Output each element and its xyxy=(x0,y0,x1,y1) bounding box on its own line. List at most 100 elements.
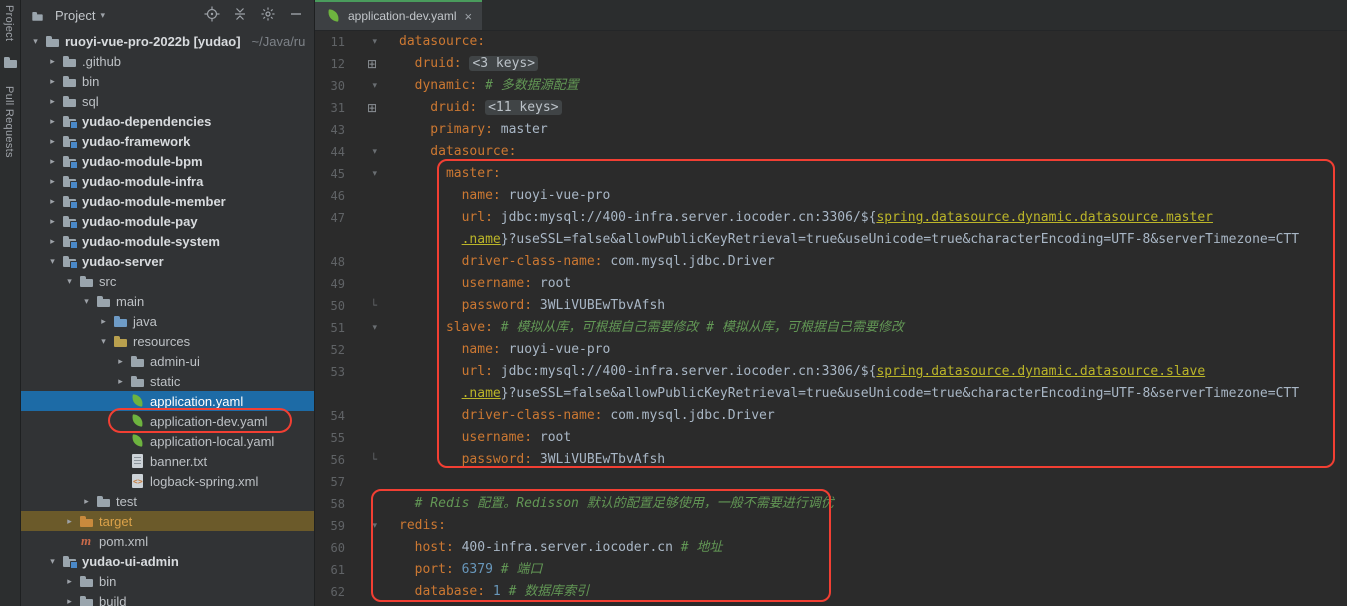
chevron-right-icon[interactable]: ▸ xyxy=(44,116,61,127)
tree-item-resources[interactable]: ▾resources xyxy=(21,331,314,351)
code-line-59[interactable]: 59▾redis: xyxy=(315,515,1347,537)
tree-item-bin[interactable]: ▸bin xyxy=(21,571,314,591)
code-line-47[interactable]: 47url: jdbc:mysql://400-infra.server.ioc… xyxy=(315,207,1347,229)
code-line-30[interactable]: 30▾dynamic: # 多数据源配置 xyxy=(315,75,1347,97)
tree-item-yudao-module-bpm[interactable]: ▸yudao-module-bpm xyxy=(21,151,314,171)
code-line-61[interactable]: 61port: 6379 # 端口 xyxy=(315,559,1347,581)
chevron-right-icon[interactable]: ▸ xyxy=(44,196,61,207)
tree-item-yudao-server[interactable]: ▾yudao-server xyxy=(21,251,314,271)
fold-marker-icon[interactable]: ▾ xyxy=(345,317,387,339)
line-number: 57 xyxy=(315,471,345,493)
chevron-down-icon[interactable]: ▾ xyxy=(44,556,61,567)
fold-marker-icon[interactable]: ▾ xyxy=(345,163,387,185)
tree-item-yudao-module-system[interactable]: ▸yudao-module-system xyxy=(21,231,314,251)
chevron-right-icon[interactable]: ▸ xyxy=(61,596,78,606)
tree-item-target[interactable]: ▸target xyxy=(21,511,314,531)
chevron-right-icon[interactable]: ▸ xyxy=(44,56,61,67)
chevron-right-icon[interactable]: ▸ xyxy=(95,316,112,327)
fold-marker-icon[interactable]: └ xyxy=(345,295,387,317)
fold-marker-icon[interactable]: ⊞ xyxy=(345,97,387,119)
fold-marker-icon[interactable]: ▾ xyxy=(345,515,387,537)
code-line-44[interactable]: 44▾datasource: xyxy=(315,141,1347,163)
chevron-right-icon[interactable]: ▸ xyxy=(44,96,61,107)
code-line-45[interactable]: 45▾master: xyxy=(315,163,1347,185)
code-line-50[interactable]: 50└password: 3WLiVUBEwTbvAfsh xyxy=(315,295,1347,317)
code-line-51[interactable]: 51▾slave: # 模拟从库，可根据自己需要修改 # 模拟从库，可根据自己需… xyxy=(315,317,1347,339)
tree-item-yudao-dependencies[interactable]: ▸yudao-dependencies xyxy=(21,111,314,131)
code-line-53[interactable]: 53url: jdbc:mysql://400-infra.server.ioc… xyxy=(315,361,1347,383)
chevron-right-icon[interactable]: ▸ xyxy=(44,76,61,87)
chevron-right-icon[interactable]: ▸ xyxy=(44,236,61,247)
chevron-right-icon[interactable]: ▸ xyxy=(44,156,61,167)
tree-item-banner-txt[interactable]: banner.txt xyxy=(21,451,314,471)
chevron-right-icon[interactable]: ▸ xyxy=(61,516,78,527)
tree-item-application-local-yaml[interactable]: application-local.yaml xyxy=(21,431,314,451)
tree-item-yudao-module-infra[interactable]: ▸yudao-module-infra xyxy=(21,171,314,191)
code-line-wrap[interactable]: .name}?useSSL=false&allowPublicKeyRetrie… xyxy=(315,229,1347,251)
chevron-down-icon[interactable]: ▾ xyxy=(61,276,78,287)
chevron-right-icon[interactable]: ▸ xyxy=(44,176,61,187)
tree-item-bin[interactable]: ▸bin xyxy=(21,71,314,91)
close-icon[interactable]: × xyxy=(465,9,473,24)
code-line-12[interactable]: 12⊞druid: <3 keys> xyxy=(315,53,1347,75)
code-line-43[interactable]: 43primary: master xyxy=(315,119,1347,141)
project-panel-title[interactable]: Project xyxy=(55,8,95,23)
fold-marker-icon[interactable]: └ xyxy=(345,449,387,471)
stripe-project-button[interactable]: Project xyxy=(3,5,15,41)
fold-marker-icon[interactable]: ▾ xyxy=(345,31,387,53)
code-line-31[interactable]: 31⊞druid: <11 keys> xyxy=(315,97,1347,119)
fold-marker-icon[interactable]: ▾ xyxy=(345,75,387,97)
tree-item-github[interactable]: ▸.github xyxy=(21,51,314,71)
fold-marker-icon[interactable]: ▾ xyxy=(345,141,387,163)
code-line-56[interactable]: 56└password: 3WLiVUBEwTbvAfsh xyxy=(315,449,1347,471)
chevron-right-icon[interactable]: ▸ xyxy=(61,576,78,587)
chevron-down-icon[interactable]: ▾ xyxy=(78,296,95,307)
tree-item-application-yaml[interactable]: application.yaml xyxy=(21,391,314,411)
tree-item-main[interactable]: ▾main xyxy=(21,291,314,311)
code-line-46[interactable]: 46name: ruoyi-vue-pro xyxy=(315,185,1347,207)
chevron-down-icon[interactable]: ▾ xyxy=(95,336,112,347)
chevron-right-icon[interactable]: ▸ xyxy=(112,376,129,387)
tree-item-pom-xml[interactable]: pom.xml xyxy=(21,531,314,551)
stripe-pull-requests-button[interactable]: Pull Requests xyxy=(3,86,15,158)
tree-item-build[interactable]: ▸build xyxy=(21,591,314,606)
code-line-62[interactable]: 62database: 1 # 数据库索引 xyxy=(315,581,1347,603)
tree-item-ruoyi-vue-pro-2022b-yudao[interactable]: ▾ruoyi-vue-pro-2022b [yudao]~/Java/ru xyxy=(21,31,314,51)
chevron-right-icon[interactable]: ▸ xyxy=(44,136,61,147)
tree-item-yudao-module-member[interactable]: ▸yudao-module-member xyxy=(21,191,314,211)
tree-item-java[interactable]: ▸java xyxy=(21,311,314,331)
tree-item-application-dev-yaml[interactable]: application-dev.yaml xyxy=(21,411,314,431)
chevron-right-icon[interactable]: ▸ xyxy=(78,496,95,507)
code-line-49[interactable]: 49username: root xyxy=(315,273,1347,295)
tree-item-yudao-ui-admin[interactable]: ▾yudao-ui-admin xyxy=(21,551,314,571)
chevron-down-icon[interactable]: ▾ xyxy=(44,256,61,267)
code-line-wrap[interactable]: .name}?useSSL=false&allowPublicKeyRetrie… xyxy=(315,383,1347,405)
chevron-down-icon[interactable]: ▾ xyxy=(100,10,105,21)
tree-item-test[interactable]: ▸test xyxy=(21,491,314,511)
code-line-58[interactable]: 58# Redis 配置。Redisson 默认的配置足够使用，一般不需要进行调… xyxy=(315,493,1347,515)
tree-item-yudao-framework[interactable]: ▸yudao-framework xyxy=(21,131,314,151)
code-line-60[interactable]: 60host: 400-infra.server.iocoder.cn # 地址 xyxy=(315,537,1347,559)
collapse-all-button[interactable] xyxy=(232,6,248,25)
locate-file-button[interactable] xyxy=(204,6,220,25)
tree-item-logback-spring-xml[interactable]: logback-spring.xml xyxy=(21,471,314,491)
chevron-right-icon[interactable]: ▸ xyxy=(44,216,61,227)
tree-item-sql[interactable]: ▸sql xyxy=(21,91,314,111)
settings-gear-button[interactable] xyxy=(260,6,276,25)
tab-application-dev-yaml[interactable]: application-dev.yaml × xyxy=(315,0,482,30)
chevron-right-icon[interactable]: ▸ xyxy=(112,356,129,367)
code-line-57[interactable]: 57 xyxy=(315,471,1347,493)
hide-panel-button[interactable] xyxy=(288,6,304,25)
code-line-52[interactable]: 52name: ruoyi-vue-pro xyxy=(315,339,1347,361)
tree-item-static[interactable]: ▸static xyxy=(21,371,314,391)
code-line-55[interactable]: 55username: root xyxy=(315,427,1347,449)
fold-marker-icon[interactable]: ⊞ xyxy=(345,53,387,75)
code-line-48[interactable]: 48driver-class-name: com.mysql.jdbc.Driv… xyxy=(315,251,1347,273)
chevron-down-icon[interactable]: ▾ xyxy=(27,36,44,47)
code-line-54[interactable]: 54driver-class-name: com.mysql.jdbc.Driv… xyxy=(315,405,1347,427)
code-line-11[interactable]: 11▾datasource: xyxy=(315,31,1347,53)
tree-item-src[interactable]: ▾src xyxy=(21,271,314,291)
code-editor[interactable]: 11▾datasource:12⊞druid: <3 keys>30▾dynam… xyxy=(315,31,1347,606)
tree-item-yudao-module-pay[interactable]: ▸yudao-module-pay xyxy=(21,211,314,231)
tree-item-admin-ui[interactable]: ▸admin-ui xyxy=(21,351,314,371)
